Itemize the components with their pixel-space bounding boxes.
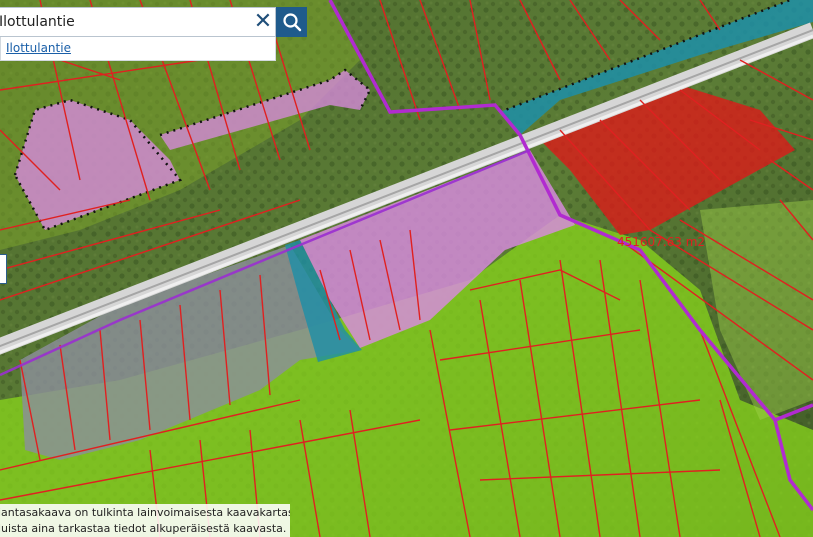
map-canvas[interactable]: 451607.63 m2	[0, 0, 813, 537]
disclaimer-line: luista aina tarkastaa tiedot alkuperäise…	[0, 522, 287, 535]
area-measurement-label: 451607.63 m2	[617, 235, 705, 249]
disclaimer: jantasakaava on tulkinta lainvoimaisesta…	[0, 504, 290, 537]
search-input[interactable]	[0, 9, 251, 35]
search-box: ✕	[0, 7, 276, 37]
search-button[interactable]	[276, 7, 307, 37]
side-panel-toggle[interactable]	[0, 254, 7, 284]
close-icon[interactable]: ✕	[251, 8, 275, 36]
suggestion-item[interactable]: Ilottulantie	[1, 37, 275, 55]
search-suggestions: Ilottulantie	[0, 37, 276, 61]
disclaimer-line: jantasakaava on tulkinta lainvoimaisesta…	[0, 506, 290, 519]
search-icon	[282, 13, 301, 32]
